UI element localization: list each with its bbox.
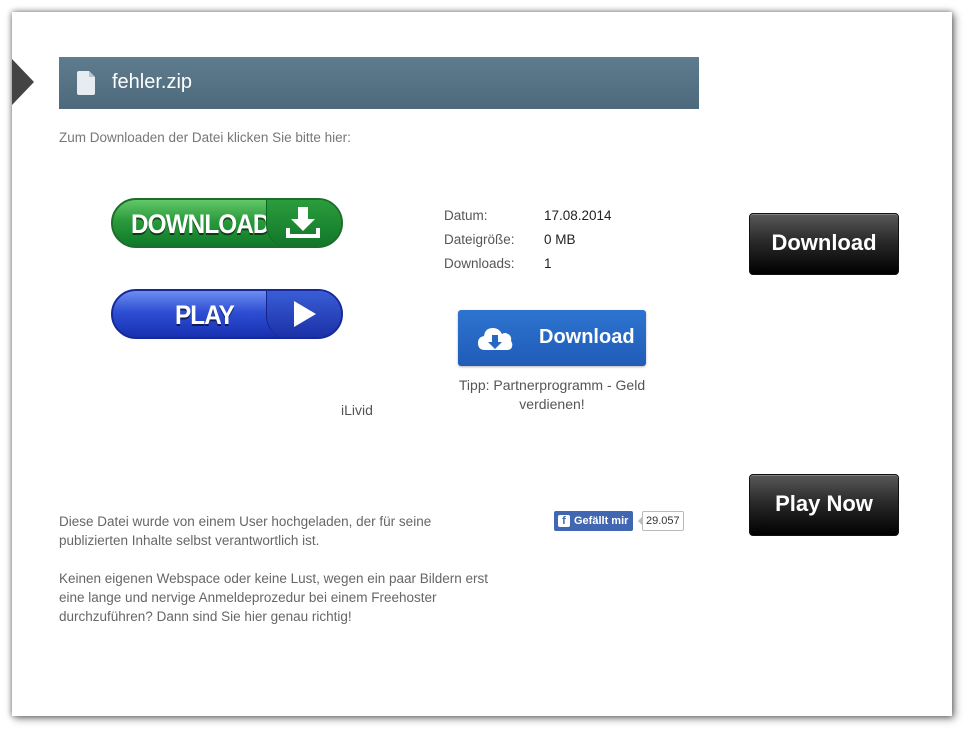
facebook-like-button[interactable]: f Gefällt mir [554,511,634,531]
facebook-icon: f [558,515,570,527]
file-title-bar: fehler.zip [59,57,699,109]
hoster-promo-text: Keinen eigenen Webspace oder keine Lust,… [59,571,489,624]
download-arrow-icon [286,207,320,238]
meta-value: 17.08.2014 [544,208,612,223]
meta-row-downloads: Downloads: 1 [444,256,664,280]
side-download-label: Download [771,230,877,255]
file-icon [75,69,97,102]
blue-play-label: PLAY [175,300,235,330]
meta-value: 0 MB [544,232,576,247]
uploader-notice: Diese Datei wurde von einem User hochgel… [59,514,432,548]
green-download-label: DOWNLOAD [131,209,270,239]
ilivid-link[interactable]: iLivid [341,402,373,418]
side-download-button[interactable]: Download [749,213,899,275]
facebook-like-count: 29.057 [638,511,684,531]
play-now-button[interactable]: Play Now [749,474,899,536]
file-meta-table: Datum: 17.08.2014 Dateigröße: 0 MB Downl… [444,208,664,280]
facebook-like-label: Gefällt mir [574,515,629,527]
page-container: fehler.zip Zum Downloaden der Datei klic… [12,12,952,716]
green-download-ad-button[interactable]: DOWNLOAD [111,198,343,248]
partner-tip-link[interactable]: Tipp: Partnerprogramm - Geld verdienen! [452,376,652,414]
file-name: fehler.zip [112,71,193,93]
blue-play-ad-button[interactable]: PLAY [111,289,343,339]
download-button[interactable]: Download [458,310,646,366]
intro-text: Zum Downloaden der Datei klicken Sie bit… [59,130,351,145]
meta-key: Downloads: [444,256,515,271]
green-download-icon-area [266,200,341,246]
meta-row-date: Datum: 17.08.2014 [444,208,664,232]
arrow-tab [12,59,34,105]
blue-play-icon-area [266,291,341,337]
meta-key: Datum: [444,208,488,223]
play-icon [294,301,316,327]
play-now-label: Play Now [775,491,873,516]
cloud-download-icon [478,328,513,350]
meta-key: Dateigröße: [444,232,515,247]
download-button-label: Download [539,326,635,348]
meta-row-size: Dateigröße: 0 MB [444,232,664,256]
meta-value: 1 [544,256,552,271]
